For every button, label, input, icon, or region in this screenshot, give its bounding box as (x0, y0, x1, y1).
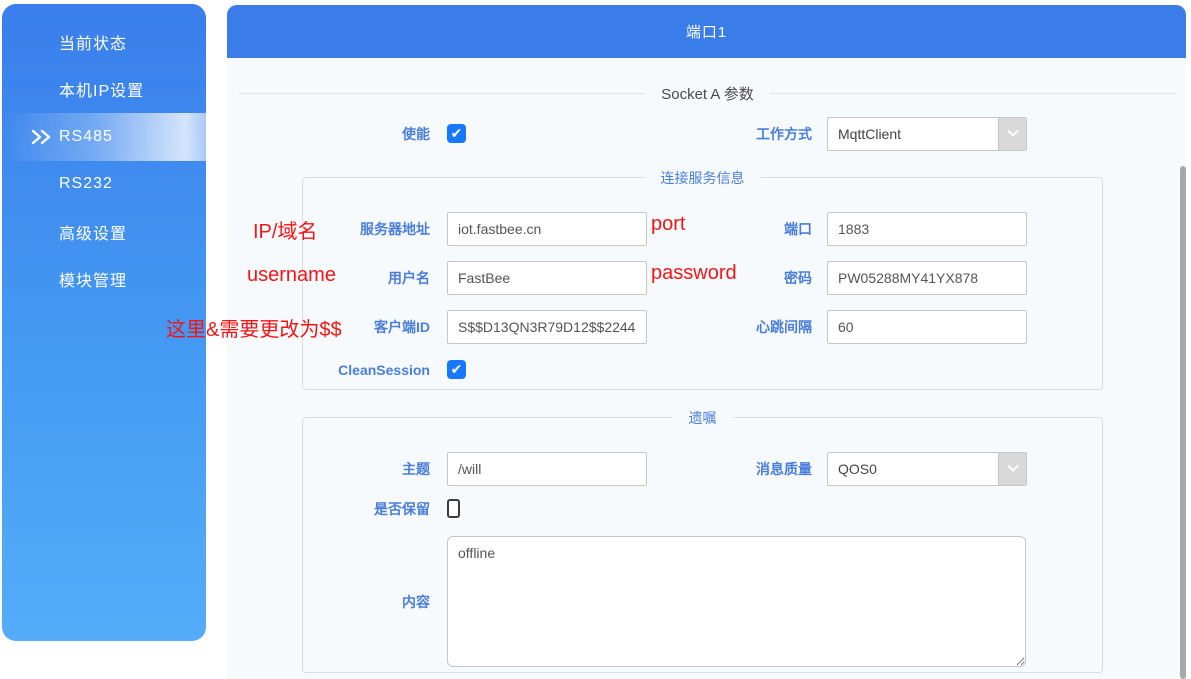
annotation-port: port (651, 213, 685, 236)
password-input[interactable] (827, 261, 1027, 295)
sidebar-item-label: 当前状态 (59, 30, 127, 54)
sidebar-item-label: RS485 (59, 128, 113, 146)
section-title-label: Socket A 参数 (661, 83, 754, 104)
sidebar-item-label: 模块管理 (59, 267, 127, 291)
topic-label: 主题 (227, 452, 430, 486)
heartbeat-label: 心跳间隔 (627, 310, 812, 344)
divider-line (770, 93, 1176, 94)
cleansession-label: CleanSession (227, 353, 430, 387)
sidebar-item[interactable]: 高级设置 (2, 208, 206, 256)
port-input[interactable] (827, 212, 1027, 246)
sidebar-item[interactable]: RS485 (2, 113, 206, 161)
row-server-port: 服务器地址 端口 (227, 212, 1186, 246)
row-enable-workmode: 使能 ✔ 工作方式 MqttClient (227, 117, 1186, 151)
workmode-label: 工作方式 (627, 117, 812, 151)
retain-checkbox[interactable]: ✔ (447, 499, 460, 518)
workmode-value: MqttClient (838, 126, 901, 142)
sidebar-item[interactable]: 当前状态 (2, 18, 206, 66)
retain-label: 是否保留 (227, 492, 430, 526)
row-topic-qos: 主题 消息质量 QOS0 (227, 452, 1186, 486)
sidebar-item-label: 本机IP设置 (59, 77, 144, 101)
sidebar-item-label: 高级设置 (59, 220, 127, 244)
heartbeat-input[interactable] (827, 310, 1027, 344)
qos-value: QOS0 (838, 461, 877, 477)
row-clientid-heartbeat: 客户端ID 心跳间隔 (227, 310, 1186, 344)
row-cleansession: CleanSession ✔ (227, 353, 1186, 387)
sidebar-nav: 当前状态 本机IP设置 RS485 (2, 18, 206, 303)
annotation-ip-domain: IP/域名 (253, 215, 317, 244)
sidebar-item[interactable]: 本机IP设置 (2, 66, 206, 114)
enable-label: 使能 (227, 117, 430, 151)
topic-input[interactable] (447, 452, 647, 486)
row-retain: 是否保留 ✔ (227, 492, 1186, 526)
client-id-input[interactable] (447, 310, 647, 344)
username-input[interactable] (447, 261, 647, 295)
sidebar-item[interactable]: RS232 (2, 161, 206, 209)
chevron-down-icon[interactable] (998, 453, 1026, 485)
divider-line (239, 93, 645, 94)
panel-header: 端口1 (227, 5, 1186, 58)
qos-label: 消息质量 (627, 452, 812, 486)
qos-select[interactable]: QOS0 (827, 452, 1027, 486)
page-title: 端口1 (686, 21, 727, 42)
section-title-socket-a: Socket A 参数 (239, 83, 1176, 104)
annotation-client-id-note: 这里&需要更改为$$ (166, 313, 342, 342)
annotation-password: password (651, 262, 737, 285)
annotation-username: username (247, 264, 336, 287)
will-legend: 遗嘱 (673, 408, 733, 428)
row-content: 内容 offline (227, 536, 1186, 667)
sidebar-item-label: RS232 (59, 175, 113, 193)
cleansession-checkbox[interactable]: ✔ (447, 360, 466, 379)
content-label: 内容 (227, 536, 430, 667)
sidebar-item[interactable]: 模块管理 (2, 256, 206, 304)
check-icon: ✔ (451, 125, 463, 141)
connection-legend: 连接服务信息 (645, 168, 761, 188)
double-chevron-icon (31, 129, 53, 145)
enable-checkbox[interactable]: ✔ (447, 124, 466, 143)
content-textarea[interactable]: offline (447, 536, 1026, 667)
check-icon: ✔ (451, 361, 463, 377)
main-panel: 端口1 Socket A 参数 使能 ✔ 工作方式 MqttClient 连接服… (227, 5, 1186, 679)
vertical-scrollbar-thumb[interactable] (1180, 166, 1186, 679)
workmode-select[interactable]: MqttClient (827, 117, 1027, 151)
chevron-down-icon[interactable] (998, 118, 1026, 150)
server-address-input[interactable] (447, 212, 647, 246)
